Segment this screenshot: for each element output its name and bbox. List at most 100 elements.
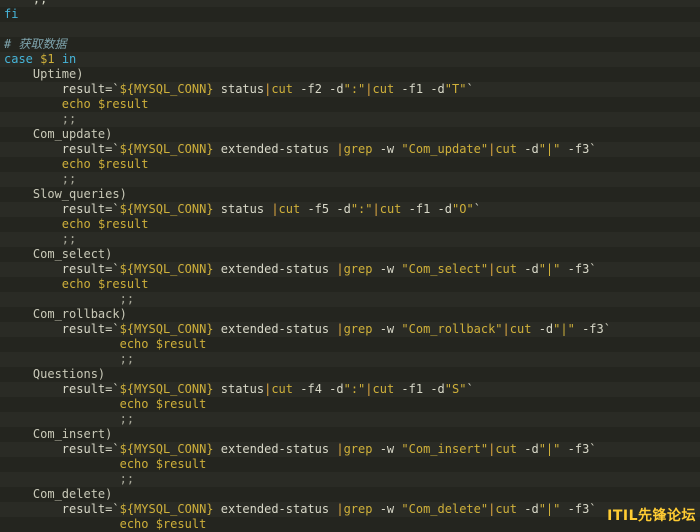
code-token-plain: status: [213, 382, 265, 396]
code-line: ;;: [0, 112, 700, 127]
code-line: fi: [0, 7, 700, 22]
code-token-cmd: cut: [509, 322, 532, 336]
code-token-var: $result: [97, 157, 149, 171]
code-token-plain: result=`: [4, 202, 120, 216]
code-line: Com_rollback): [0, 307, 700, 322]
code-token-str: "Com_delete": [401, 502, 489, 516]
code-token-cmd: echo: [119, 337, 149, 351]
code-token-var: $result: [155, 517, 207, 531]
code-token-punct: ;;: [4, 352, 135, 366]
code-token-plain: -f3`: [560, 502, 597, 516]
code-token-str: "Com_update": [401, 142, 489, 156]
code-line: result=`${MYSQL_CONN} extended-status |g…: [0, 442, 700, 457]
code-token-str: "|": [538, 142, 561, 156]
code-token-plain: -w: [372, 262, 402, 276]
code-token-plain: extended-status: [213, 322, 337, 336]
code-token-pipe: |: [336, 142, 344, 156]
code-token-cmd: cut: [495, 142, 518, 156]
code-token-str: "|": [553, 322, 575, 336]
code-token-plain: -d: [517, 502, 539, 516]
code-token-cmd: cut: [495, 502, 518, 516]
code-token-str: "Com_select": [401, 262, 489, 276]
code-token-var: $result: [155, 457, 207, 471]
code-token-var: ${MYSQL_CONN}: [119, 82, 214, 96]
code-token-punct: ;;: [4, 472, 135, 486]
code-token-plain: result=`: [4, 142, 120, 156]
code-token-pipe: |: [336, 442, 344, 456]
code-token-plain: -d: [517, 442, 539, 456]
code-token-str: "T": [444, 82, 467, 96]
code-token-plain: extended-status: [213, 262, 337, 276]
code-line: Slow_queries): [0, 187, 700, 202]
code-token-str: ":": [343, 382, 366, 396]
code-token-cmd: cut: [278, 202, 301, 216]
code-token-plain: -w: [372, 322, 402, 336]
code-token-plain: -f1 -d: [394, 382, 445, 396]
code-editor[interactable]: ;;fi # 获取数据case $1 in Uptime) result=`${…: [0, 0, 700, 532]
code-token-cmd: grep: [343, 262, 373, 276]
code-token-cmd: grep: [343, 502, 373, 516]
code-token-var: $result: [97, 97, 149, 111]
code-line: result=`${MYSQL_CONN} status|cut -f4 -d"…: [0, 382, 700, 397]
code-token-cmd: echo: [119, 517, 149, 531]
code-token-cmd: echo: [61, 277, 91, 291]
code-line: echo $result: [0, 517, 700, 532]
code-line: result=`${MYSQL_CONN} extended-status |g…: [0, 322, 700, 337]
code-token-plain: -f2 -d: [293, 82, 344, 96]
code-line: echo $result: [0, 457, 700, 472]
code-token-cmd: cut: [372, 382, 395, 396]
code-token-plain: -w: [372, 142, 402, 156]
code-line: Com_update): [0, 127, 700, 142]
code-token-plain: -f1 -d: [394, 82, 445, 96]
code-token-plain: status: [213, 202, 272, 216]
code-token-cmd: echo: [119, 457, 149, 471]
code-token-str: "|": [538, 502, 561, 516]
code-token-var: ${MYSQL_CONN}: [119, 502, 214, 516]
code-line: echo $result: [0, 217, 700, 232]
code-line: echo $result: [0, 157, 700, 172]
code-line: case $1 in: [0, 52, 700, 67]
code-token-cmd: cut: [379, 202, 402, 216]
code-token-plain: -f3`: [574, 322, 611, 336]
code-line: result=`${MYSQL_CONN} extended-status |g…: [0, 502, 700, 517]
code-line: echo $result: [0, 337, 700, 352]
code-line: Com_insert): [0, 427, 700, 442]
code-token-cmd: grep: [343, 322, 373, 336]
code-line: echo $result: [0, 97, 700, 112]
code-line: ;;: [0, 232, 700, 247]
code-token-label: Com_delete): [4, 487, 113, 501]
code-token-pipe: |: [365, 82, 373, 96]
code-line: ;;: [0, 412, 700, 427]
code-token-label: Com_rollback): [4, 307, 127, 321]
code-token-pipe: |: [502, 322, 510, 336]
code-token-var: $result: [97, 277, 149, 291]
code-token-plain: -f3`: [560, 142, 597, 156]
code-line: result=`${MYSQL_CONN} extended-status |g…: [0, 262, 700, 277]
code-token-str: "|": [538, 442, 561, 456]
code-token-comment: # 获取数据: [4, 37, 67, 51]
code-line: ;;: [0, 292, 700, 307]
code-token-var: ${MYSQL_CONN}: [119, 442, 214, 456]
code-token-var: ${MYSQL_CONN}: [119, 262, 214, 276]
code-token-label: Com_insert): [4, 427, 113, 441]
code-token-plain: result=`: [4, 82, 120, 96]
code-line: ;;: [0, 352, 700, 367]
code-line: ;;: [0, 472, 700, 487]
code-token-plain: -d: [517, 262, 539, 276]
code-token-str: ":": [350, 202, 373, 216]
code-token-cmd: cut: [271, 82, 294, 96]
code-line: echo $result: [0, 277, 700, 292]
code-token-pipe: |: [365, 382, 373, 396]
code-token-plain: `: [473, 202, 481, 216]
code-token-label: Slow_queries): [4, 187, 127, 201]
code-token-punct: ;;: [4, 232, 77, 246]
code-token-plain: -f5 -d: [300, 202, 351, 216]
code-token-cmd: echo: [61, 157, 91, 171]
